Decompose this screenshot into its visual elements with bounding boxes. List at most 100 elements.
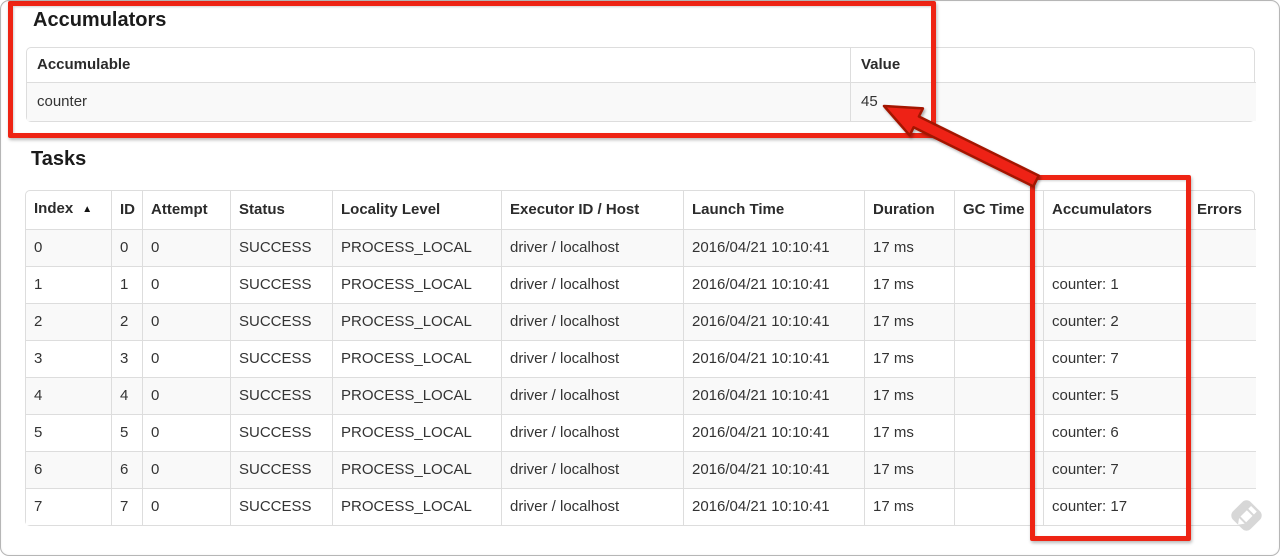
cell-id: 0 [111, 229, 142, 266]
cell-locality-level: PROCESS_LOCAL [332, 340, 501, 377]
cell-launch-time: 2016/04/21 10:10:41 [683, 488, 864, 525]
cell-status: SUCCESS [230, 414, 332, 451]
cell-locality-level: PROCESS_LOCAL [332, 414, 501, 451]
table-row: 0 0 0 SUCCESS PROCESS_LOCAL driver / localhos… [26, 229, 1256, 266]
cell-locality-level: PROCESS_LOCAL [332, 451, 501, 488]
table-row: 2 2 0 SUCCESS PROCESS_LOCAL driver / localhos… [26, 303, 1256, 340]
cell-status: SUCCESS [230, 340, 332, 377]
cell-executor-id-host: driver / localhost [501, 451, 683, 488]
cell-accumulators: counter: 2 [1043, 303, 1188, 340]
cell-errors [1188, 414, 1256, 451]
cell-errors [1188, 266, 1256, 303]
cell-id: 5 [111, 414, 142, 451]
cell-attempt: 0 [142, 303, 230, 340]
cell-launch-time: 2016/04/21 10:10:41 [683, 303, 864, 340]
column-header-executor-id-host[interactable]: Executor ID / Host [501, 191, 683, 229]
cell-errors [1188, 303, 1256, 340]
column-header-label: Launch Time [692, 201, 785, 218]
cell-attempt: 0 [142, 229, 230, 266]
cell-accumulators [1043, 229, 1188, 266]
cell-locality-level: PROCESS_LOCAL [332, 488, 501, 525]
column-header-label: Locality Level [341, 201, 441, 218]
cell-launch-time: 2016/04/21 10:10:41 [683, 266, 864, 303]
column-header-value: Value [850, 48, 1256, 82]
cell-attempt: 0 [142, 377, 230, 414]
column-header-label: Value [861, 56, 901, 73]
cell-index: 7 [26, 488, 111, 525]
cell-executor-id-host: driver / localhost [501, 229, 683, 266]
cell-executor-id-host: driver / localhost [501, 340, 683, 377]
cell-attempt: 0 [142, 488, 230, 525]
cell-duration: 17 ms [864, 229, 954, 266]
table-row: 4 4 0 SUCCESS PROCESS_LOCAL driver / localhos… [26, 377, 1256, 414]
accumulators-header-row: Accumulable Value [27, 48, 1256, 82]
column-header-label: Errors [1197, 201, 1243, 218]
cell-value: 45 [850, 82, 1256, 121]
column-header-locality-level[interactable]: Locality Level [332, 191, 501, 229]
column-header-duration[interactable]: Duration [864, 191, 954, 229]
column-header-accumulators[interactable]: Accumulators [1043, 191, 1188, 229]
sort-ascending-icon: ▲ [82, 204, 93, 215]
cell-duration: 17 ms [864, 414, 954, 451]
table-row: counter 45 [27, 82, 1256, 121]
cell-errors [1188, 451, 1256, 488]
cell-gc-time [954, 303, 1043, 340]
cell-duration: 17 ms [864, 377, 954, 414]
cell-executor-id-host: driver / localhost [501, 414, 683, 451]
table-row: 1 1 0 SUCCESS PROCESS_LOCAL driver / localhos… [26, 266, 1256, 303]
table-row: 7 7 0 SUCCESS PROCESS_LOCAL driver / localhos… [26, 488, 1256, 525]
cell-id: 6 [111, 451, 142, 488]
column-header-gc-time[interactable]: GC Time [954, 191, 1043, 229]
cell-attempt: 0 [142, 451, 230, 488]
cell-index: 6 [26, 451, 111, 488]
column-header-attempt[interactable]: Attempt [142, 191, 230, 229]
cell-gc-time [954, 414, 1043, 451]
cell-id: 4 [111, 377, 142, 414]
column-header-label: Accumulable [37, 56, 131, 73]
cell-duration: 17 ms [864, 303, 954, 340]
cell-launch-time: 2016/04/21 10:10:41 [683, 414, 864, 451]
cell-accumulators: counter: 7 [1043, 340, 1188, 377]
column-header-errors[interactable]: Errors [1188, 191, 1256, 229]
cell-accumulators: counter: 7 [1043, 451, 1188, 488]
cell-id: 1 [111, 266, 142, 303]
column-header-id[interactable]: ID [111, 191, 142, 229]
cell-locality-level: PROCESS_LOCAL [332, 303, 501, 340]
spark-stage-page: Accumulators Accumulable Value counter 45 … [0, 0, 1280, 556]
cell-accumulators: counter: 5 [1043, 377, 1188, 414]
cell-id: 7 [111, 488, 142, 525]
cell-accumulators: counter: 6 [1043, 414, 1188, 451]
cell-executor-id-host: driver / localhost [501, 488, 683, 525]
cell-errors [1188, 377, 1256, 414]
tasks-table: Index ▲ ID Attempt Status Locality Level Execu… [25, 190, 1256, 526]
cell-gc-time [954, 266, 1043, 303]
table-row: 6 6 0 SUCCESS PROCESS_LOCAL driver / localhos… [26, 451, 1256, 488]
column-header-launch-time[interactable]: Launch Time [683, 191, 864, 229]
cell-launch-time: 2016/04/21 10:10:41 [683, 377, 864, 414]
column-header-label: Duration [873, 201, 935, 218]
cell-executor-id-host: driver / localhost [501, 266, 683, 303]
column-header-label: Executor ID / Host [510, 201, 640, 218]
cell-duration: 17 ms [864, 340, 954, 377]
cell-errors [1188, 340, 1256, 377]
cell-index: 2 [26, 303, 111, 340]
cell-id: 2 [111, 303, 142, 340]
cell-duration: 17 ms [864, 266, 954, 303]
cell-gc-time [954, 340, 1043, 377]
cell-attempt: 0 [142, 340, 230, 377]
column-header-status[interactable]: Status [230, 191, 332, 229]
cell-index: 3 [26, 340, 111, 377]
cell-status: SUCCESS [230, 451, 332, 488]
cell-status: SUCCESS [230, 303, 332, 340]
cell-locality-level: PROCESS_LOCAL [332, 266, 501, 303]
cell-errors [1188, 229, 1256, 266]
cell-executor-id-host: driver / localhost [501, 377, 683, 414]
column-header-accumulable: Accumulable [27, 48, 850, 82]
cell-index: 1 [26, 266, 111, 303]
cell-index: 4 [26, 377, 111, 414]
cell-locality-level: PROCESS_LOCAL [332, 229, 501, 266]
column-header-label: Accumulators [1052, 201, 1153, 218]
column-header-index[interactable]: Index ▲ [26, 191, 111, 229]
cell-attempt: 0 [142, 266, 230, 303]
cell-duration: 17 ms [864, 488, 954, 525]
